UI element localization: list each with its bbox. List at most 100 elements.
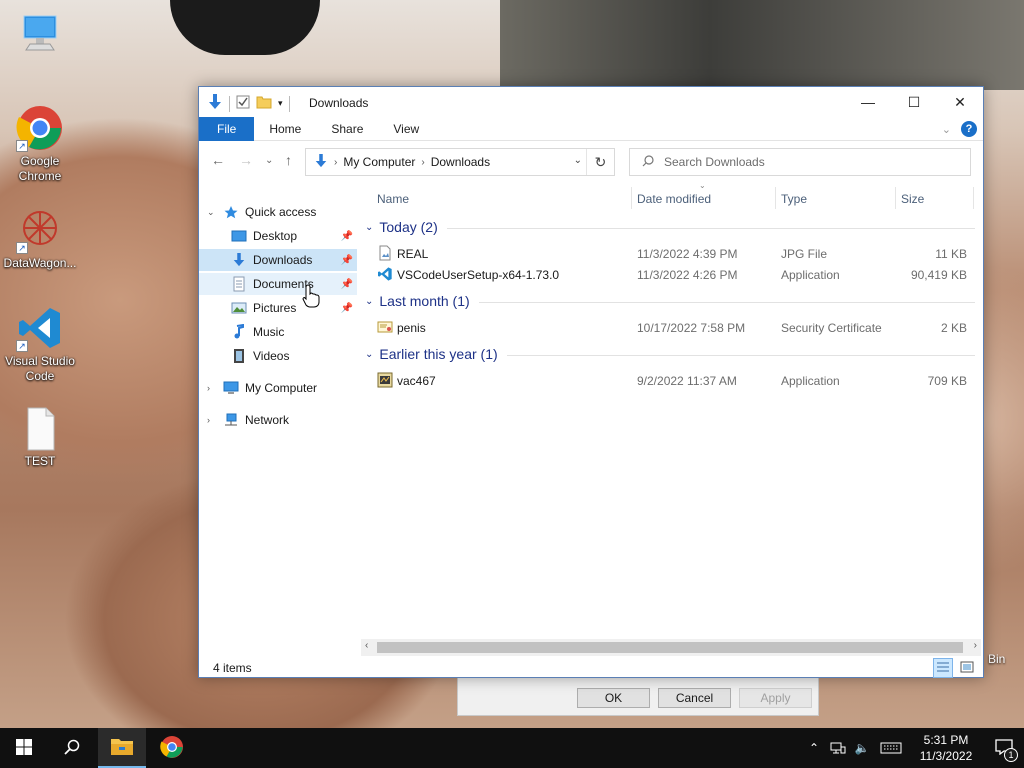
folder-icon [110, 736, 134, 759]
group-header-today[interactable]: ⌄ Today (2) [365, 217, 438, 237]
desktop-icon-google-chrome[interactable]: ↗ Google Chrome [2, 104, 78, 184]
breadcrumb-separator-icon: › [421, 156, 425, 168]
group-header-last-month[interactable]: ⌄ Last month (1) [365, 291, 470, 311]
column-header-name[interactable]: Name [377, 189, 409, 209]
horizontal-scrollbar[interactable]: ‹ › [361, 639, 981, 656]
file-date: 11/3/2022 4:39 PM [637, 247, 738, 261]
column-separator[interactable] [775, 187, 776, 209]
ribbon-tabs: File Home Share View ⌄ ? [199, 116, 983, 141]
desktop-icon-visual-studio-code[interactable]: ↗ Visual Studio Code [2, 304, 78, 384]
nav-item-pictures[interactable]: Pictures 📌 [199, 297, 357, 319]
recent-locations-chevron-icon[interactable]: ⌄ [265, 155, 273, 166]
refresh-button[interactable]: ↻ [586, 149, 614, 175]
close-icon: ✕ [954, 93, 966, 110]
file-row[interactable]: REAL 11/3/2022 4:39 PM JPG File 11 KB [361, 243, 977, 264]
download-arrow-icon [207, 93, 223, 114]
desktop-icon-label: Visual Studio Code [5, 354, 75, 383]
file-row[interactable]: penis 10/17/2022 7:58 PM Security Certif… [361, 317, 977, 338]
nav-item-label: Pictures [253, 301, 297, 315]
column-separator[interactable] [895, 187, 896, 209]
search-box[interactable]: Search Downloads [629, 148, 971, 176]
vscode-icon [377, 266, 393, 282]
tab-view[interactable]: View [378, 117, 434, 141]
column-separator[interactable] [631, 187, 632, 209]
network-icon[interactable] [826, 741, 850, 755]
tab-home[interactable]: Home [254, 117, 316, 141]
clock[interactable]: 5:31 PM 11/3/2022 [908, 732, 984, 764]
customize-toolbar-chevron-icon[interactable]: ▾ [278, 98, 283, 109]
nav-item-network[interactable]: › Network [199, 409, 357, 431]
scroll-left-icon[interactable]: ‹ [365, 640, 368, 651]
pin-icon[interactable]: 📌 [341, 255, 353, 266]
breadcrumb-downloads[interactable]: Downloads [431, 155, 490, 169]
group-header-earlier-this-year[interactable]: ⌄ Earlier this year (1) [365, 344, 498, 364]
navigation-bar: ← → ⌄ ↑ › My Computer › Downloads ⌄ ↻ Se… [199, 143, 983, 179]
file-row[interactable]: VSCodeUserSetup-x64-1.73.0 11/3/2022 4:2… [361, 264, 977, 285]
collapse-chevron-icon[interactable]: ⌄ [207, 207, 215, 218]
back-arrow-icon[interactable]: ← [211, 152, 225, 168]
nav-item-label: Downloads [253, 253, 313, 267]
nav-item-videos[interactable]: Videos [199, 345, 357, 367]
help-icon[interactable]: ? [961, 121, 977, 137]
pin-icon[interactable]: 📌 [341, 279, 353, 290]
expand-ribbon-chevron-icon[interactable]: ⌄ [942, 123, 951, 136]
title-bar[interactable]: ▾ Downloads — ☐ ✕ [199, 87, 983, 117]
large-icons-view-button[interactable] [957, 658, 977, 678]
desktop-icon-this-pc[interactable] [2, 10, 78, 60]
taskbar-file-explorer[interactable] [98, 728, 146, 768]
expand-chevron-icon[interactable]: › [207, 415, 210, 425]
scroll-right-icon[interactable]: › [974, 640, 977, 651]
nav-item-my-computer[interactable]: › My Computer [199, 377, 357, 399]
column-separator[interactable] [973, 187, 974, 209]
tab-share[interactable]: Share [316, 117, 378, 141]
navigation-pane: ⌄ Quick access Desktop 📌 Downloads 📌 Doc [199, 187, 359, 647]
volume-icon[interactable]: 🔈 [850, 741, 874, 755]
address-bar[interactable]: › My Computer › Downloads ⌄ ↻ [305, 148, 615, 176]
ok-button[interactable]: OK [577, 688, 650, 708]
scrollbar-thumb[interactable] [377, 642, 963, 653]
show-hidden-icons-chevron-icon[interactable]: ⌃ [802, 741, 826, 755]
search-button[interactable] [48, 728, 96, 768]
action-center-button[interactable]: 1 [984, 728, 1024, 768]
text-file-icon [16, 404, 64, 452]
file-name: penis [397, 321, 426, 335]
nav-quick-access[interactable]: ⌄ Quick access [199, 201, 357, 223]
details-view-button[interactable] [933, 658, 953, 678]
recycle-bin-label[interactable]: Bin [988, 652, 1005, 666]
taskbar: ⌃ 🔈 5:31 PM 11/3/2022 1 [0, 728, 1024, 768]
nav-item-documents[interactable]: Documents 📌 [199, 273, 357, 295]
column-header-type[interactable]: Type [781, 189, 807, 209]
cancel-button[interactable]: Cancel [658, 688, 731, 708]
maximize-button[interactable]: ☐ [891, 87, 937, 117]
desktop-icon-test[interactable]: TEST [2, 404, 78, 469]
nav-item-downloads[interactable]: Downloads 📌 [199, 249, 357, 271]
file-type: Application [781, 268, 840, 282]
up-arrow-icon[interactable]: ↑ [285, 152, 292, 168]
pin-icon[interactable]: 📌 [341, 231, 353, 242]
taskbar-google-chrome[interactable] [148, 728, 196, 768]
nav-item-music[interactable]: Music [199, 321, 357, 343]
close-button[interactable]: ✕ [937, 87, 983, 117]
column-header-date-modified[interactable]: Date modified [637, 189, 711, 209]
forward-arrow-icon[interactable]: → [239, 152, 253, 168]
new-folder-icon[interactable] [256, 95, 272, 112]
group-divider [507, 355, 975, 356]
search-icon [64, 739, 80, 758]
desktop-icon-datawagon[interactable]: ↗ DataWagon... [2, 206, 78, 271]
file-size: 90,419 KB [910, 268, 967, 282]
start-button[interactable] [0, 728, 48, 768]
search-icon [642, 154, 654, 170]
expand-chevron-icon[interactable]: › [207, 383, 210, 393]
nav-item-label: Network [245, 413, 290, 427]
pin-icon[interactable]: 📌 [341, 303, 353, 314]
column-header-size[interactable]: Size [901, 189, 924, 209]
file-row[interactable]: vac467 9/2/2022 11:37 AM Application 709… [361, 370, 977, 391]
properties-icon[interactable] [236, 95, 250, 112]
address-dropdown-chevron-icon[interactable]: ⌄ [574, 155, 582, 166]
breadcrumb-my-computer[interactable]: My Computer [343, 155, 415, 169]
tab-file[interactable]: File [199, 116, 255, 141]
minimize-button[interactable]: — [845, 87, 891, 117]
keyboard-icon[interactable] [874, 742, 908, 754]
nav-item-desktop[interactable]: Desktop 📌 [199, 225, 357, 247]
search-input[interactable]: Search Downloads [664, 155, 765, 169]
